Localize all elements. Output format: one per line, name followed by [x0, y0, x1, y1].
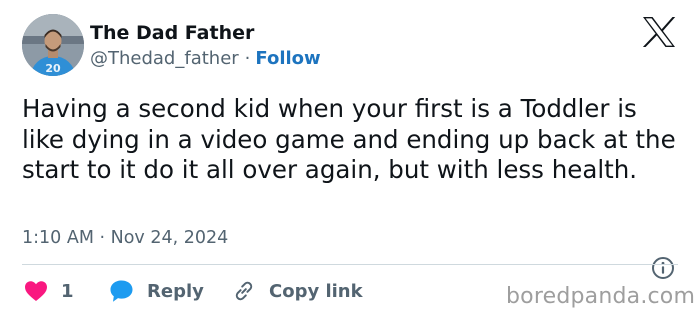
like-count: 1	[61, 280, 74, 302]
watermark: boredpanda.com	[506, 284, 696, 309]
divider	[22, 264, 678, 265]
tweet-text: Having a second kid when your first is a…	[22, 94, 676, 184]
tweet-timestamp[interactable]: 1:10 AM · Nov 24, 2024	[22, 228, 228, 248]
copy-link-label: Copy link	[269, 280, 363, 302]
user-handle[interactable]: @Thedad_father	[90, 48, 239, 69]
handle-row: @Thedad_father · Follow	[90, 48, 321, 69]
separator-dot: ·	[244, 48, 251, 69]
avatar-image: 20	[22, 14, 84, 76]
copy-link-button[interactable]: Copy link	[232, 277, 363, 305]
like-button[interactable]: 1	[24, 277, 74, 305]
reply-button[interactable]: Reply	[109, 277, 204, 305]
svg-text:20: 20	[45, 62, 61, 75]
reply-bubble-icon	[110, 280, 133, 302]
display-name[interactable]: The Dad Father	[90, 22, 254, 44]
reply-label: Reply	[147, 280, 204, 302]
info-icon[interactable]	[651, 256, 675, 280]
follow-button[interactable]: Follow	[255, 48, 320, 69]
avatar[interactable]: 20	[22, 14, 84, 76]
heart-icon	[25, 281, 47, 301]
x-logo-icon[interactable]	[642, 16, 676, 48]
link-icon	[235, 281, 253, 301]
